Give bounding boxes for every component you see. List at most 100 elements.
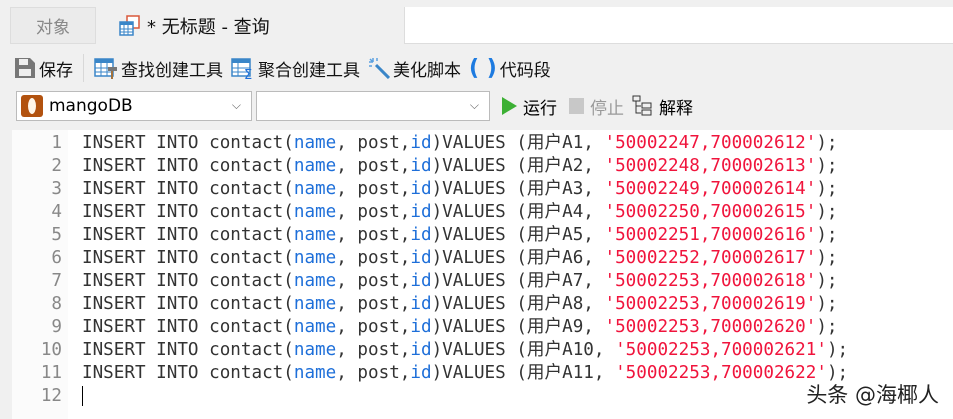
code-column: id	[410, 248, 432, 268]
sql-editor[interactable]: 1 INSERT INTO contact(name, post,id)VALUE…	[12, 130, 953, 419]
code-keyword: INSERT INTO contact(	[82, 317, 294, 337]
code-value: 用户A10	[526, 340, 594, 360]
code-value: 用户A3	[526, 179, 584, 199]
beautify-button[interactable]: 美化脚本	[368, 56, 461, 81]
database-select[interactable]: ⌵	[256, 91, 490, 121]
code-keyword: INSERT INTO contact(	[82, 225, 294, 245]
chevron-down-icon: ⌵	[469, 98, 479, 112]
code-text: , post,	[336, 179, 411, 199]
stop-label: 停止	[590, 98, 624, 119]
code-column: name	[293, 225, 337, 245]
line-number: 8	[51, 294, 62, 314]
code-column: id	[410, 340, 432, 360]
parentheses-icon: ( )	[469, 55, 497, 81]
line-number: 10	[40, 340, 62, 360]
code-text: , post,	[336, 248, 411, 268]
code-text: INSERT INTO contact(name, post,id)VALUES…	[82, 270, 838, 293]
save-icon	[15, 58, 35, 78]
code-column: name	[293, 202, 337, 222]
save-label: 保存	[39, 60, 73, 81]
code-value: 用户A6	[526, 248, 584, 268]
code-column: name	[293, 294, 337, 314]
code-text: );	[816, 317, 838, 337]
code-text: ,	[583, 156, 605, 176]
line-number: 2	[51, 156, 62, 176]
code-column: name	[293, 363, 337, 383]
tab-query-label: * 无标题 - 查询	[147, 16, 270, 38]
toolbar: 保存 查找创建工具 Σ 聚合创建工具 美化脚本 ( ) 代码段	[14, 52, 559, 84]
text-cursor	[82, 386, 83, 406]
code-value: 用户A9	[526, 317, 584, 337]
code-text: ,	[583, 271, 605, 291]
code-keyword: )VALUES (	[431, 133, 527, 153]
code-text: );	[816, 156, 838, 176]
code-keyword: )VALUES (	[431, 156, 527, 176]
code-keyword: INSERT INTO contact(	[82, 294, 294, 314]
line-number: 3	[51, 179, 62, 199]
code-text: );	[816, 294, 838, 314]
code-text: , post,	[336, 202, 411, 222]
code-text: ,	[583, 248, 605, 268]
find-builder-button[interactable]: 查找创建工具	[94, 56, 223, 81]
code-string: '50002249,700002614'	[604, 179, 817, 199]
code-text: INSERT INTO contact(name, post,id)VALUES…	[82, 247, 838, 270]
code-text: );	[816, 133, 838, 153]
code-text: INSERT INTO contact(name, post,id)VALUES…	[82, 178, 838, 201]
code-column: name	[293, 340, 337, 360]
code-keyword: INSERT INTO contact(	[82, 133, 294, 153]
code-keyword: )VALUES (	[431, 340, 527, 360]
code-string: '50002247,700002612'	[604, 133, 817, 153]
magic-wand-icon	[369, 58, 390, 79]
code-keyword: INSERT INTO contact(	[82, 202, 294, 222]
explain-button[interactable]: 解释	[632, 94, 693, 119]
code-text: INSERT INTO contact(name, post,id)VALUES…	[82, 155, 838, 178]
tab-objects[interactable]: 对象	[10, 7, 96, 44]
code-text: , post,	[336, 294, 411, 314]
code-text: , post,	[336, 156, 411, 176]
line-number: 5	[51, 225, 62, 245]
code-text: );	[816, 202, 838, 222]
explain-label: 解释	[659, 98, 693, 119]
code-text: ,	[583, 225, 605, 245]
code-keyword: )VALUES (	[431, 248, 527, 268]
mongodb-leaf-icon	[21, 95, 43, 117]
connection-select[interactable]: mangoDB ⌵	[16, 91, 252, 121]
aggregate-builder-icon: Σ	[231, 58, 252, 79]
code-text: , post,	[336, 363, 411, 383]
code-text: INSERT INTO contact(name, post,id)VALUES…	[82, 132, 838, 155]
code-text: );	[816, 179, 838, 199]
chevron-down-icon: ⌵	[231, 98, 241, 112]
run-button[interactable]: 运行	[502, 94, 557, 119]
code-text: ,	[583, 317, 605, 337]
code-snippet-button[interactable]: ( ) 代码段	[469, 56, 551, 81]
code-text: ,	[583, 133, 605, 153]
code-keyword: )VALUES (	[431, 179, 527, 199]
aggregate-builder-button[interactable]: Σ 聚合创建工具	[231, 56, 360, 81]
code-text: , post,	[336, 225, 411, 245]
code-value: 用户A5	[526, 225, 584, 245]
stop-button[interactable]: 停止	[569, 94, 624, 119]
code-column: name	[293, 271, 337, 291]
code-text: ,	[583, 294, 605, 314]
code-keyword: )VALUES (	[431, 317, 527, 337]
save-button[interactable]: 保存	[14, 56, 73, 81]
line-number: 11	[40, 363, 62, 383]
code-keyword: INSERT INTO contact(	[82, 248, 294, 268]
code-keyword: )VALUES (	[431, 202, 527, 222]
code-column: name	[293, 133, 337, 153]
line-number: 7	[51, 271, 62, 291]
code-keyword: INSERT INTO contact(	[82, 363, 294, 383]
tab-query[interactable]: * 无标题 - 查询	[97, 7, 405, 44]
code-text: );	[826, 340, 849, 360]
code-text: ,	[593, 363, 616, 383]
code-column: id	[410, 317, 432, 337]
code-string: '50002253,700002622'	[615, 363, 827, 383]
code-text: , post,	[336, 271, 411, 291]
code-string: '50002250,700002615'	[604, 202, 817, 222]
code-value: 用户A2	[526, 156, 584, 176]
code-keyword: )VALUES (	[431, 294, 527, 314]
line-number: 12	[40, 386, 62, 406]
aggregate-builder-label: 聚合创建工具	[258, 60, 360, 81]
code-text: INSERT INTO contact(name, post,id)VALUES…	[82, 293, 838, 316]
code-text: INSERT INTO contact(name, post,id)VALUES…	[82, 362, 848, 385]
